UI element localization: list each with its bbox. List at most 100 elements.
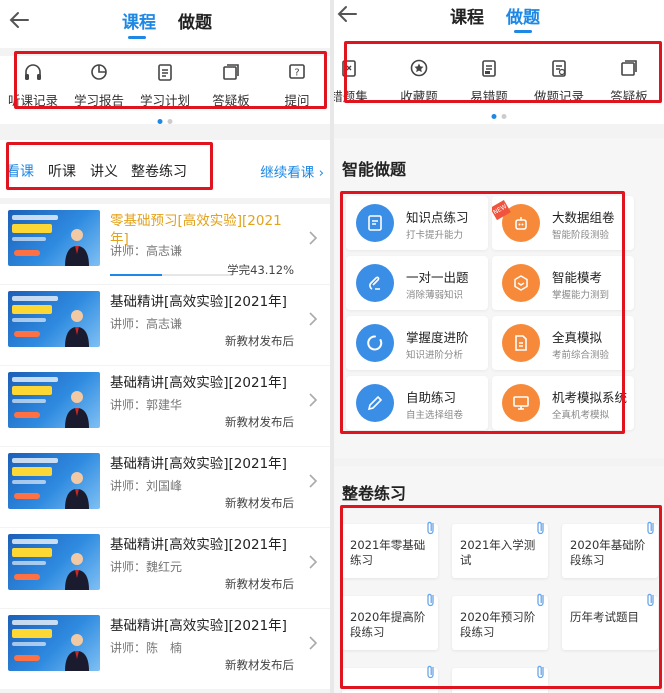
course-thumbnail	[8, 372, 100, 428]
smart-item-icon-bg	[502, 264, 540, 302]
smart-item-7[interactable]: 自助练习 自主选择组卷	[346, 376, 488, 430]
tab-course[interactable]: 课程	[122, 8, 156, 33]
paper-card[interactable]: 2021年零基础练习	[342, 521, 438, 578]
course-teacher: 讲师：郭建华	[110, 398, 183, 412]
smart-item-subtitle: 智能阶段测验	[552, 230, 610, 241]
course-title: 基础精讲[高效实验][2021年]	[110, 618, 287, 634]
back-arrow-icon[interactable]	[8, 9, 30, 31]
smart-item-subtitle: 自主选择组卷	[406, 410, 464, 421]
doc-icon	[482, 60, 496, 77]
course-teacher: 讲师：高志谦	[110, 244, 183, 258]
paper-card[interactable]	[452, 665, 548, 693]
course-thumbnail	[8, 291, 100, 347]
course-title: 基础精讲[高效实验][2021年]	[110, 456, 287, 472]
paper-card[interactable]: 2020年预习阶段练习	[452, 593, 548, 650]
smart-item-2[interactable]: NEW 大数据组卷 智能阶段测验	[492, 196, 634, 250]
tab-listen[interactable]: 听课	[48, 161, 76, 181]
smart-item-6[interactable]: 全真模拟 考前综合测验	[492, 316, 634, 370]
progress-bar	[110, 274, 230, 276]
course-panel: 课程 做题 听课记录 学习报告 学习计划 答疑板 ? 提问 看课 听课 讲义 整…	[0, 0, 330, 693]
practice-record-item[interactable]: 做题记录	[524, 58, 594, 124]
paper-card[interactable]	[342, 665, 438, 693]
cube-icon	[514, 275, 528, 291]
course-status: 新教材发布后	[225, 415, 294, 429]
smart-item-title: 知识点练习	[406, 210, 469, 225]
monitor-icon	[513, 396, 529, 410]
course-status: 新教材发布后	[225, 496, 294, 510]
study-report-item[interactable]: 学习报告	[66, 62, 132, 124]
paper-title: 历年考试题目	[570, 610, 639, 624]
paperclip-icon	[537, 665, 544, 679]
header: 课程 做题	[334, 0, 664, 48]
page-dots	[491, 114, 507, 119]
tab-handout[interactable]: 讲义	[90, 161, 118, 181]
course-row[interactable]: 基础精讲[高效实验][2021年] 讲师：陈 楠新教材发布后	[0, 609, 330, 689]
paper-title: 2020年基础阶段练习	[570, 538, 646, 567]
error-book-icon	[342, 60, 356, 77]
course-row[interactable]: 基础精讲[高效实验][2021年] 讲师：刘国峰 新教材发布后	[0, 447, 330, 527]
practice-panel: 课程 做题 错题集 收藏题 易错题 做题记录 答疑板 智能做题 知识点练习 打卡提…	[334, 0, 664, 693]
course-row[interactable]: 基础精讲[高效实验][2021年] 讲师：魏红元 新教材发布后	[0, 528, 330, 608]
back-arrow-icon[interactable]	[336, 3, 358, 25]
smart-item-title: 机考模拟系统	[552, 390, 628, 405]
pen-icon	[369, 276, 380, 290]
course-thumbnail	[8, 453, 100, 509]
ring-icon	[367, 335, 383, 351]
smart-item-title: 智能模考	[552, 270, 603, 285]
ask-question-item[interactable]: ? 提问	[264, 62, 330, 124]
course-row[interactable]: 基础精讲[高效实验][2021年] 讲师：高志谦 新教材发布后	[0, 285, 330, 365]
tab-full-paper[interactable]: 整卷练习	[131, 161, 187, 181]
course-title: 基础精讲[高效实验][2021年]	[110, 375, 287, 391]
smart-item-icon-bg	[502, 324, 540, 362]
course-status: 新教材发布后	[225, 334, 294, 348]
tab-practice[interactable]: 做题	[506, 3, 540, 28]
favorite-item[interactable]: 收藏题	[384, 58, 454, 124]
pencil-icon	[367, 395, 383, 411]
smart-item-icon-bg	[356, 264, 394, 302]
star-icon	[410, 59, 428, 77]
full-paper-section: 整卷练习	[334, 466, 664, 693]
course-row[interactable]: 零基础预习[高效实验][2021年] 讲师：高志谦 学完43.12%	[0, 204, 330, 284]
study-plan-item[interactable]: 学习计划	[132, 62, 198, 124]
error-book-item[interactable]: 错题集	[334, 58, 384, 124]
quick-icon-row: 听课记录 学习报告 学习计划 答疑板 ? 提问	[0, 56, 330, 124]
paper-title: 2020年提高阶段练习	[350, 610, 426, 639]
record-icon	[552, 60, 566, 77]
course-tabs: 看课 听课 讲义 整卷练习 继续看课 ›	[0, 140, 330, 198]
paper-title: 2020年预习阶段练习	[460, 610, 536, 639]
smart-item-subtitle: 掌握能力测到	[552, 290, 610, 301]
report-icon	[91, 64, 107, 80]
paper-card[interactable]: 2020年提高阶段练习	[342, 593, 438, 650]
smart-item-1[interactable]: 知识点练习 打卡提升能力	[346, 196, 488, 250]
smart-item-title: 大数据组卷	[552, 210, 615, 225]
paper-card[interactable]: 2021年入学测试	[452, 521, 548, 578]
course-title: 基础精讲[高效实验][2021年]	[110, 537, 287, 553]
chevron-right-icon	[309, 312, 318, 326]
listen-record-item[interactable]: 听课记录	[0, 62, 66, 124]
easy-wrong-item[interactable]: 易错题	[454, 58, 524, 124]
course-title: 基础精讲[高效实验][2021年]	[110, 294, 287, 310]
qa-board-item[interactable]: 答疑板	[594, 58, 664, 124]
paperclip-icon	[537, 593, 544, 607]
course-row[interactable]: 基础精讲[高效实验][2021年] 讲师：郭建华新教材发布后	[0, 366, 330, 446]
paper-card[interactable]: 历年考试题目	[562, 593, 658, 650]
chevron-right-icon	[309, 474, 318, 488]
tab-practice[interactable]: 做题	[178, 8, 212, 33]
paperclip-icon	[647, 521, 654, 535]
smart-item-5[interactable]: 掌握度进阶 知识进阶分析	[346, 316, 488, 370]
continue-watch-link[interactable]: 继续看课 ›	[260, 161, 324, 181]
tab-course[interactable]: 课程	[450, 3, 484, 28]
smart-item-8[interactable]: 机考模拟系统 全真机考模拟	[492, 376, 634, 430]
course-thumbnail	[8, 210, 100, 266]
course-status: 新教材发布后	[225, 577, 294, 591]
smart-item-subtitle: 消除薄弱知识	[406, 290, 464, 301]
chevron-right-icon	[309, 231, 318, 245]
smart-item-3[interactable]: 一对一出题 消除薄弱知识	[346, 256, 488, 310]
quick-icon-row: 错题集 收藏题 易错题 做题记录 答疑板	[334, 48, 664, 124]
tab-watch[interactable]: 看课	[6, 161, 34, 181]
paper-card[interactable]: 2020年基础阶段练习	[562, 521, 658, 578]
qa-board-item[interactable]: 答疑板	[198, 62, 264, 124]
board-icon	[621, 60, 637, 76]
smart-item-4[interactable]: 智能模考掌握能力测到	[492, 256, 634, 310]
chevron-right-icon	[309, 636, 318, 650]
